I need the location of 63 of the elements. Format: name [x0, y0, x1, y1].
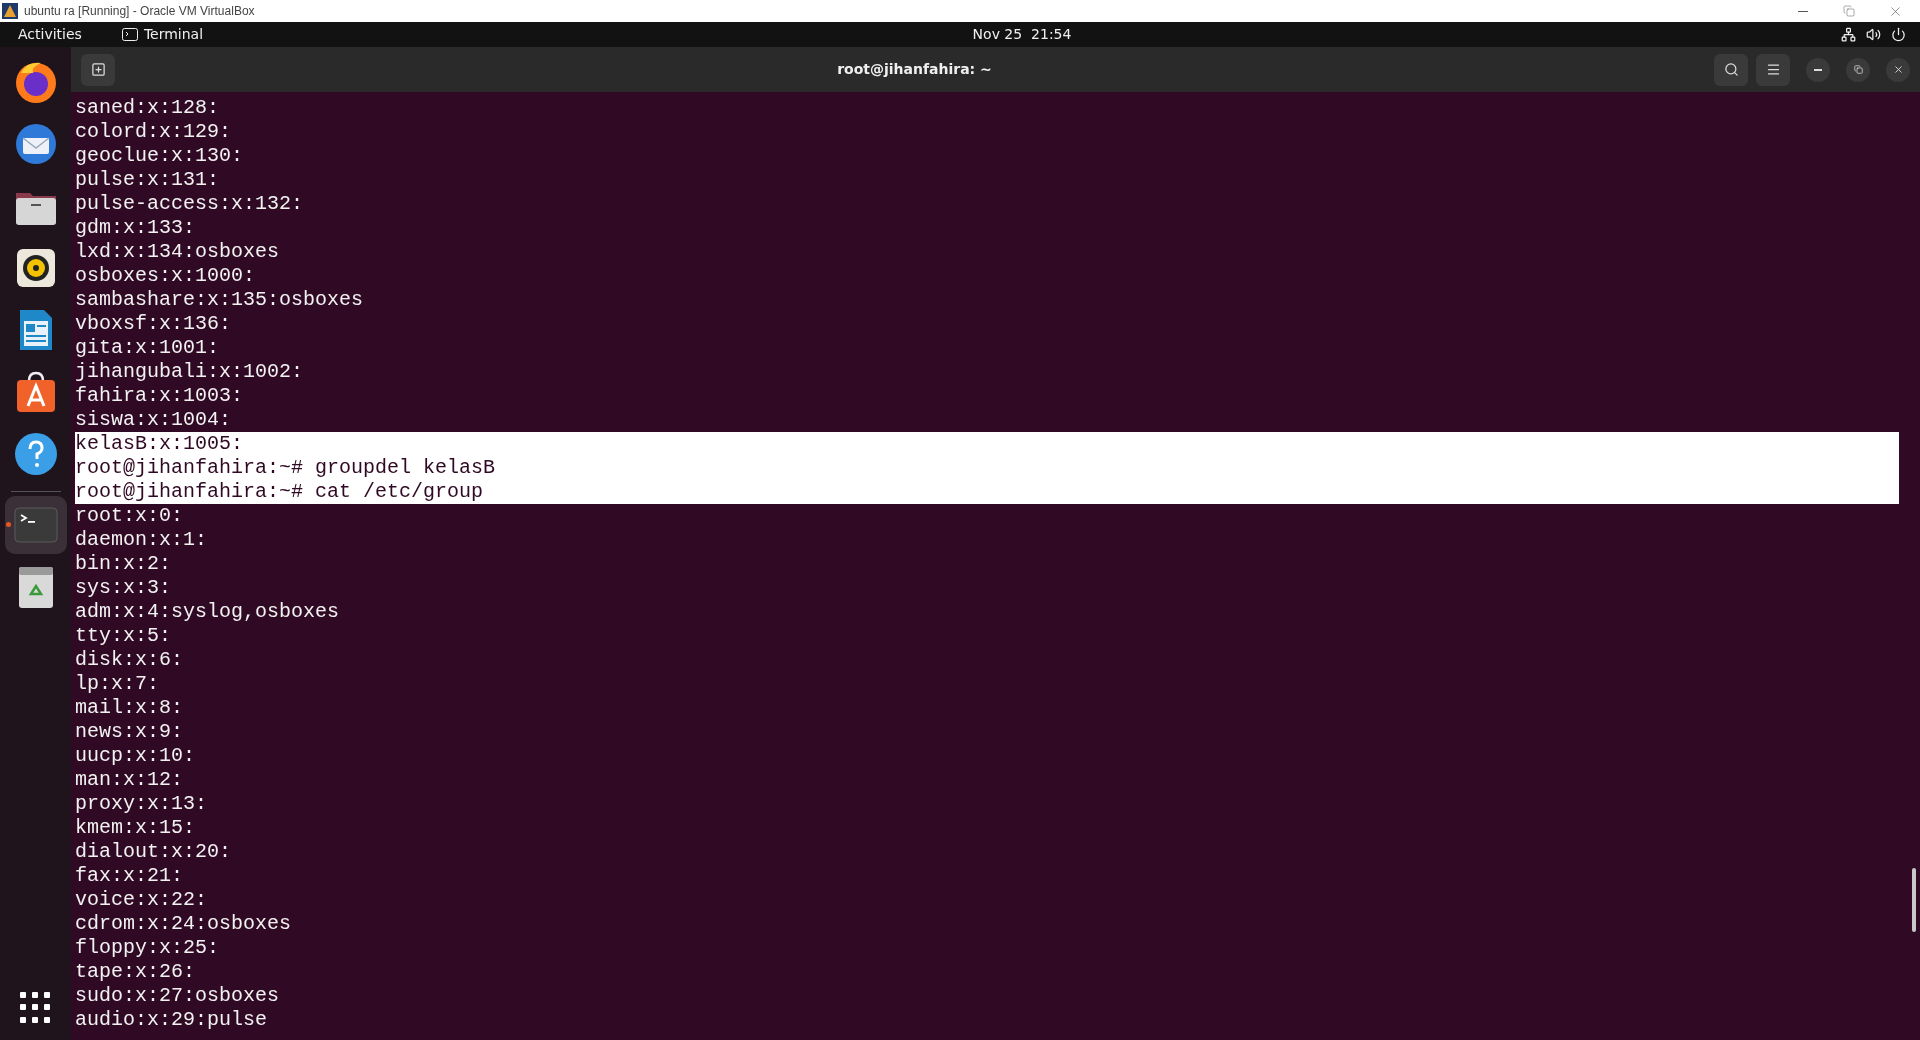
- help-icon: [12, 431, 59, 477]
- minimize-icon: [1798, 10, 1808, 12]
- terminal-line: adm:x:4:syslog,osboxes: [75, 600, 341, 624]
- activities-button[interactable]: Activities: [18, 24, 82, 45]
- app-menu-button[interactable]: Terminal: [121, 24, 204, 45]
- terminal-line: fahira:x:1003:: [75, 384, 245, 408]
- terminal-line: sys:x:3:: [75, 576, 172, 600]
- terminal-line: fax:x:21:: [75, 864, 185, 888]
- terminal-line: lxd:x:134:osboxes: [75, 240, 281, 264]
- menu-icon: [1765, 62, 1781, 77]
- terminal-line: mail:x:8:: [75, 696, 185, 720]
- terminal-line: pulse-access:x:132:: [75, 192, 305, 216]
- terminal-line: uucp:x:10:: [75, 744, 197, 768]
- terminal-line: colord:x:129:: [75, 120, 233, 144]
- terminal-line: floppy:x:25:: [75, 936, 221, 960]
- terminal-line: lp:x:7:: [75, 672, 160, 696]
- terminal-line: proxy:x:13:: [75, 792, 209, 816]
- maximize-icon: [1853, 65, 1863, 74]
- app-logo-icon: [2, 3, 18, 19]
- new-tab-icon: [90, 62, 106, 77]
- terminal-line: sudo:x:27:osboxes: [75, 984, 281, 1008]
- terminal-line: jihangubali:x:1002:: [75, 360, 305, 384]
- terminal-line: sambashare:x:135:osboxes: [75, 288, 365, 312]
- terminal-line: audio:x:29:pulse: [75, 1008, 269, 1032]
- terminal-line: root:x:0:: [75, 504, 185, 528]
- terminal-title: root@jihanfahira: ~: [837, 60, 992, 79]
- terminal-line: voice:x:22:: [75, 888, 209, 912]
- terminal-line: man:x:12:: [75, 768, 185, 792]
- terminal-line: tty:x:5:: [75, 624, 172, 648]
- terminal-line: gita:x:1001:: [75, 336, 221, 360]
- new-tab-button[interactable]: [81, 53, 115, 86]
- minimize-icon: [1814, 68, 1822, 71]
- close-icon: [1892, 64, 1904, 75]
- volume-icon[interactable]: [1866, 27, 1881, 42]
- terminal-line: osboxes:x:1000:: [75, 264, 257, 288]
- maximize-button[interactable]: [1846, 57, 1870, 82]
- search-icon: [1723, 62, 1739, 77]
- terminal-line: gdm:x:133:: [75, 216, 197, 240]
- terminal-line: tape:x:26:: [75, 960, 197, 984]
- terminal-line: kmem:x:15:: [75, 816, 197, 840]
- minimize-button[interactable]: [1806, 57, 1830, 82]
- terminal-line: bin:x:2:: [75, 552, 172, 576]
- terminal-line: siswa:x:1004:: [75, 408, 233, 432]
- running-indicator: [5, 522, 11, 527]
- terminal-line: disk:x:6:: [75, 648, 185, 672]
- power-icon[interactable]: [1891, 27, 1906, 42]
- scrollbar-thumb[interactable]: [1912, 868, 1916, 932]
- terminal-line: vboxsf:x:136:: [75, 312, 233, 336]
- network-icon[interactable]: [1841, 27, 1856, 42]
- terminal-line: cdrom:x:24:osboxes: [75, 912, 293, 936]
- close-button[interactable]: [1886, 57, 1910, 82]
- terminal-line: dialout:x:20:: [75, 840, 233, 864]
- terminal-line: pulse:x:131:: [75, 168, 221, 192]
- menu-button[interactable]: [1756, 53, 1790, 86]
- restore-icon: [1843, 5, 1855, 17]
- terminal-line: news:x:9:: [75, 720, 185, 744]
- clock[interactable]: Nov 25 21:54: [972, 24, 1072, 45]
- search-button[interactable]: [1714, 53, 1748, 86]
- terminal-icon: [121, 28, 138, 41]
- terminal-line: daemon:x:1:: [75, 528, 209, 552]
- terminal-line: saned:x:128:: [75, 96, 221, 120]
- terminal-line: geoclue:x:130:: [75, 144, 245, 168]
- window-title: ubuntu ra [Running] - Oracle VM VirtualBox: [24, 3, 255, 20]
